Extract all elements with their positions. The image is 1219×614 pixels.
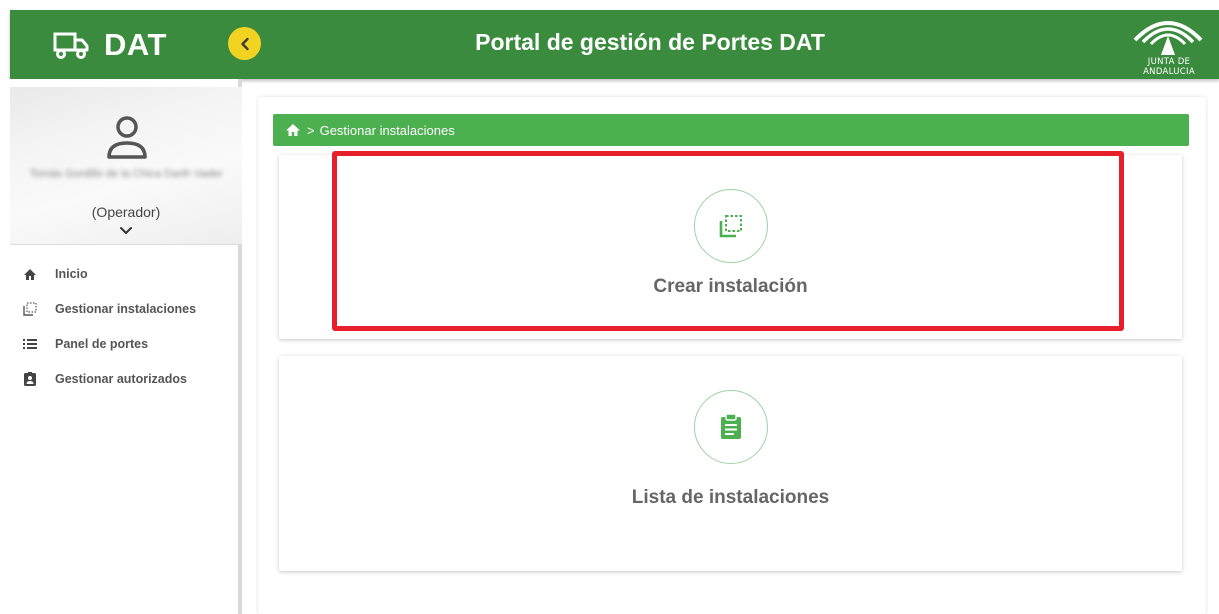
user-name: Tomás Gordillo de la Chica Darth Vader (29, 168, 223, 180)
home-icon (22, 266, 38, 282)
sidebar-item-panel-de-portes[interactable]: Panel de portes (22, 334, 196, 354)
sidebar-menu: Inicio Gestionar instalaciones Panel de … (22, 264, 196, 404)
sidebar-item-label: Inicio (55, 267, 88, 281)
chevron-down-icon[interactable] (119, 226, 133, 236)
installation-list-label: Lista de instalaciones (631, 487, 830, 508)
list-icon (22, 336, 38, 352)
clipboard-icon (721, 414, 741, 439)
create-installation-icon-circle (694, 189, 768, 263)
create-install-icon (719, 215, 742, 238)
junta-logo-text: JUNTA DE ANDALUCIA (1143, 57, 1195, 77)
truck-icon (53, 32, 89, 59)
collapse-sidebar-button[interactable] (228, 27, 261, 60)
user-profile: Tomás Gordillo de la Chica Darth Vader (… (10, 87, 242, 245)
sidebar-item-label: Gestionar instalaciones (55, 302, 197, 316)
user-avatar-icon (107, 116, 147, 159)
brand[interactable]: DAT (52, 25, 167, 65)
installation-list-card[interactable]: Lista de instalaciones (279, 356, 1182, 571)
sidebar-item-label: Gestionar autorizados (55, 372, 187, 386)
breadcrumb-current: Gestionar instalaciones (319, 122, 455, 138)
sidebar-item-gestionar-instalaciones[interactable]: Gestionar instalaciones (22, 299, 196, 319)
sidebar-item-gestionar-autorizados[interactable]: Gestionar autorizados (22, 369, 196, 389)
sidebar: Tomás Gordillo de la Chica Darth Vader (… (0, 79, 242, 614)
brand-title: DAT (104, 27, 167, 62)
chevron-left-icon (240, 37, 249, 50)
create-installation-label: Crear instalación (653, 276, 808, 297)
sidebar-item-inicio[interactable]: Inicio (22, 264, 196, 284)
badge-icon (22, 371, 38, 387)
breadcrumb-home-icon[interactable] (285, 122, 301, 138)
create-installation-card[interactable]: Crear instalación (279, 155, 1182, 339)
breadcrumb-separator: > (307, 122, 315, 138)
sidebar-item-label: Panel de portes (55, 337, 149, 351)
top-app-bar: DAT Portal de gestión de Portes DAT JUNT… (10, 10, 1219, 79)
user-role: (Operador) (91, 204, 161, 220)
install-icon (22, 301, 38, 317)
installation-list-icon-circle (694, 390, 768, 464)
breadcrumb: > Gestionar instalaciones (273, 114, 1189, 146)
page-title: Portal de gestión de Portes DAT (475, 29, 825, 55)
